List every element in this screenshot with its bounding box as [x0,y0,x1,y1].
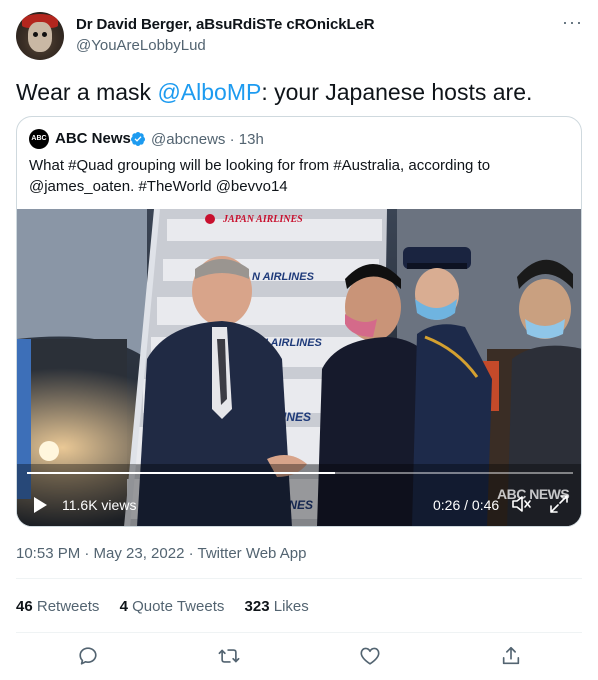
quote-handle-time[interactable]: @abcnews · 13h [151,131,264,148]
progress-bar[interactable] [27,472,573,474]
tweet-text-after: : your Japanese hosts are. [261,79,533,105]
likes-label: Likes [273,598,309,615]
progress-fill [27,472,336,474]
retweet-icon[interactable] [218,645,240,667]
view-count: 11.6K views [62,497,137,513]
play-icon[interactable] [31,496,49,514]
video-player[interactable]: JAPAN AIRLINES N AIRLINES AN AIRLINES AI… [17,209,581,526]
like-icon[interactable] [359,645,381,667]
divider [16,632,582,633]
video-time: 0:26 / 0:46 [433,497,500,513]
retweets-count: 46 [16,598,33,615]
avatar[interactable] [16,12,64,60]
likes-stat[interactable]: 323 Likes [245,598,309,615]
abc-logo-icon: ABC [29,129,49,149]
tweet-text: Wear a mask @AlboMP: your Japanese hosts… [16,78,532,106]
divider [16,578,582,579]
mention-link[interactable]: @AlboMP [157,79,261,105]
retweets-label: Retweets [36,598,100,615]
quotes-label: Quote Tweets [132,598,225,615]
quote-text: What #Quad grouping will be looking for … [29,157,491,195]
author-name[interactable]: Dr David Berger, aBsuRdiSTe cROnickLeR [76,16,375,33]
retweets-stat[interactable]: 46 Retweets [16,598,99,615]
tweet-stats: 46 Retweets 4 Quote Tweets 323 Likes [16,598,325,615]
video-frame: JAPAN AIRLINES N AIRLINES AN AIRLINES AI… [17,209,581,526]
quote-tweets-stat[interactable]: 4 Quote Tweets [120,598,225,615]
quote-author-name[interactable]: ABC News [55,130,131,147]
signage-1: JAPAN AIRLINES [222,214,303,225]
more-icon[interactable]: ··· [562,13,582,34]
volume-icon[interactable] [511,494,533,514]
author-handle[interactable]: @YouAreLobbyLud [76,37,206,54]
reply-icon[interactable] [77,645,99,667]
tweet-text-before: Wear a mask [16,79,158,105]
share-icon[interactable] [500,645,522,667]
signage-2: N AIRLINES [252,271,315,283]
quoted-tweet[interactable]: ABC ABC News @abcnews · 13h What #Quad g… [16,116,582,527]
tweet-timestamp[interactable]: 10:53 PM · May 23, 2022 · Twitter Web Ap… [16,545,306,562]
quotes-count: 4 [119,598,128,615]
likes-count: 323 [244,598,270,615]
fullscreen-icon[interactable] [549,494,569,514]
verified-icon [131,132,145,146]
